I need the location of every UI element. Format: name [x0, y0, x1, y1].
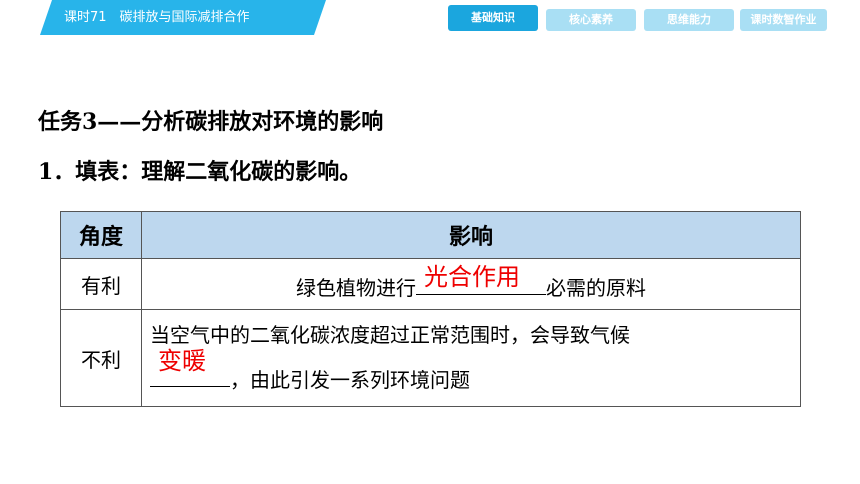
- angle-cell: 不利: [60, 309, 142, 407]
- table-header-row: 角度 影响: [60, 211, 801, 259]
- text-line: 当空气中的二氧化碳浓度超过正常范围时，会导致气候: [150, 323, 630, 347]
- answer-text: 变暖: [158, 347, 206, 375]
- text-after: 必需的原料: [546, 275, 646, 300]
- fill-blank[interactable]: 光合作用: [416, 263, 546, 295]
- impact-cell: 当空气中的二氧化碳浓度超过正常范围时，会导致气候 变暖 ，由此引发一系列环境问题: [141, 309, 801, 407]
- text-after: ，由此引发一系列环境问题: [230, 368, 470, 392]
- header-impact: 影响: [141, 211, 801, 259]
- table-row: 有利 绿色植物进行 光合作用 必需的原料: [60, 258, 801, 310]
- impact-table: 角度 影响 有利 绿色植物进行 光合作用 必需的原料 不利 当空气中的二氧化碳浓度超…: [60, 211, 801, 407]
- subheading: 1．填表：理解二氧化碳的影响。: [38, 159, 362, 185]
- tab-digital-homework[interactable]: 课时数智作业: [740, 9, 827, 31]
- angle-cell: 有利: [60, 258, 142, 310]
- impact-cell: 绿色植物进行 光合作用 必需的原料: [141, 258, 801, 310]
- tab-core-literacy[interactable]: 核心素养: [546, 9, 636, 31]
- text-before: 绿色植物进行: [296, 275, 416, 300]
- table-row: 不利 当空气中的二氧化碳浓度超过正常范围时，会导致气候 变暖 ，由此引发一系列环境…: [60, 309, 801, 407]
- section-heading: 任务3——分析碳排放对环境的影响: [38, 109, 384, 135]
- tab-thinking-ability[interactable]: 思维能力: [644, 9, 734, 31]
- fill-blank[interactable]: 变暖: [150, 347, 230, 387]
- top-bar: 课时71 碳排放与国际减排合作 基础知识 核心素养 思维能力 课时数智作业: [0, 0, 860, 36]
- tab-basic-knowledge[interactable]: 基础知识: [448, 5, 538, 31]
- lesson-title: 课时71 碳排放与国际减排合作: [64, 10, 250, 25]
- header-angle: 角度: [60, 211, 142, 259]
- answer-text: 光合作用: [424, 262, 520, 291]
